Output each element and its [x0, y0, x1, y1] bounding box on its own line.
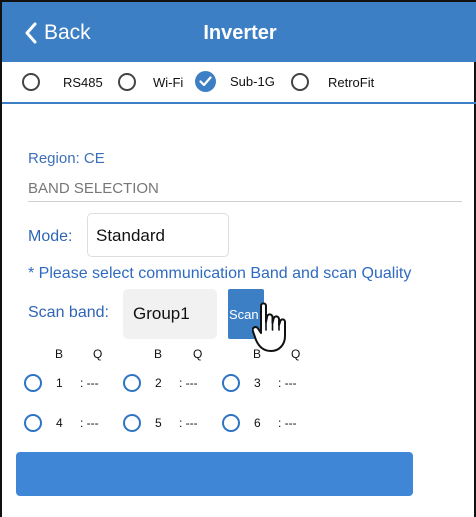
- radio-option-wifi[interactable]: Wi-Fi: [118, 73, 183, 91]
- channel-band: 4: [56, 416, 63, 430]
- radio-unselected-icon: [123, 374, 141, 392]
- column-header-quality: Q: [291, 347, 301, 361]
- channel-option-5[interactable]: 5 : ---: [123, 414, 222, 432]
- region-label: Region: CE: [28, 150, 105, 167]
- divider: [28, 201, 462, 202]
- channel-row: 4 : --- 5 : --- 6 : ---: [24, 414, 321, 432]
- radio-unselected-icon: [24, 414, 42, 432]
- connection-type-selector: RS485 Wi-Fi Sub-1G RetroFit: [2, 62, 476, 104]
- channel-option-2[interactable]: 2 : ---: [123, 374, 222, 392]
- radio-option-sub1g[interactable]: Sub-1G: [195, 71, 275, 92]
- radio-unselected-icon: [118, 73, 136, 91]
- channel-option-3[interactable]: 3 : ---: [222, 374, 321, 392]
- channel-band: 3: [254, 376, 261, 390]
- column-header-quality: Q: [193, 347, 203, 361]
- channel-quality: : ---: [80, 416, 99, 430]
- channel-quality: : ---: [278, 416, 297, 430]
- app-frame: Back Inverter RS485 Wi-Fi Sub-1G RetroFi…: [0, 0, 476, 517]
- top-navigation-bar: Back Inverter: [2, 0, 476, 62]
- channel-option-6[interactable]: 6 : ---: [222, 414, 321, 432]
- radio-option-rs485[interactable]: RS485: [22, 73, 103, 91]
- pointing-hand-icon: [252, 302, 286, 352]
- channel-row: 1 : --- 2 : --- 3 : ---: [24, 374, 321, 392]
- column-header-quality: Q: [93, 347, 103, 361]
- radio-unselected-icon: [222, 414, 240, 432]
- scan-band-label: Scan band:: [28, 304, 109, 321]
- radio-unselected-icon: [222, 374, 240, 392]
- scan-band-select[interactable]: Group1: [123, 289, 217, 339]
- column-header-band: B: [253, 347, 262, 361]
- channel-band: 1: [56, 376, 63, 390]
- submit-button[interactable]: [16, 452, 413, 496]
- channel-option-1[interactable]: 1 : ---: [24, 374, 123, 392]
- radio-unselected-icon: [291, 73, 309, 91]
- checkmark-selected-icon: [195, 71, 216, 92]
- column-header-band: B: [154, 347, 163, 361]
- channel-option-4[interactable]: 4 : ---: [24, 414, 123, 432]
- mode-label: Mode:: [28, 228, 73, 245]
- instruction-note: * Please select communication Band and s…: [28, 265, 412, 282]
- channel-quality: : ---: [80, 376, 99, 390]
- radio-unselected-icon: [123, 414, 141, 432]
- radio-option-retrofit[interactable]: RetroFit: [291, 73, 374, 91]
- mode-select[interactable]: Standard: [87, 213, 229, 257]
- radio-unselected-icon: [24, 374, 42, 392]
- channel-quality: : ---: [179, 416, 198, 430]
- radio-label-wifi: Wi-Fi: [153, 74, 184, 90]
- page-title: Inverter: [203, 22, 277, 44]
- column-header-band: B: [55, 347, 64, 361]
- radio-unselected-icon: [22, 73, 40, 91]
- channel-band: 6: [254, 416, 261, 430]
- radio-label-sub1g: Sub-1G: [230, 74, 275, 89]
- channel-band: 2: [155, 376, 162, 390]
- radio-label-rs485: RS485: [63, 74, 103, 90]
- band-selection-heading: BAND SELECTION: [28, 180, 159, 197]
- channel-quality: : ---: [278, 376, 297, 390]
- channel-band: 5: [155, 416, 162, 430]
- radio-label-retrofit: RetroFit: [328, 74, 375, 90]
- channel-quality: : ---: [179, 376, 198, 390]
